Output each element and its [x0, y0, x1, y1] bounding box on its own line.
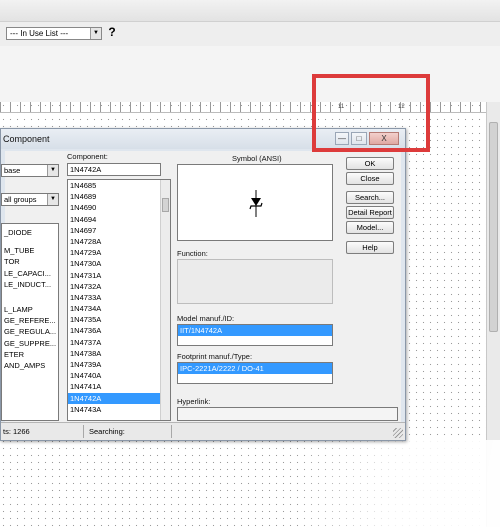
component-list[interactable]: 1N4685 1N4689 1N4690 1N4694 1N4697 1N4728A 1N4…	[67, 179, 171, 421]
family-list-item[interactable]: TOR	[2, 256, 58, 267]
family-list-item[interactable]: L_LAMP	[2, 304, 58, 315]
component-list-scrollbar[interactable]	[160, 180, 170, 420]
family-list-item[interactable]: _DIODE	[2, 227, 58, 238]
help-button[interactable]: Help	[346, 241, 394, 254]
component-list-item[interactable]: 1N4736A	[68, 325, 170, 336]
hyperlink-label: Hyperlink:	[177, 397, 211, 406]
component-search-input[interactable]: 1N4742A	[67, 163, 161, 176]
dialog-title: Component	[3, 134, 50, 144]
component-list-item[interactable]: 1N4685	[68, 180, 170, 191]
component-list-item[interactable]: 1N4734A	[68, 303, 170, 314]
footprint-value: IPC-2221A/2222 / DO-41	[178, 363, 332, 374]
model-label: Model manuf./ID:	[177, 314, 235, 323]
component-list-item[interactable]: 1N4741A	[68, 381, 170, 392]
searching-status: Searching:	[89, 427, 125, 436]
model-button[interactable]: Model...	[346, 221, 394, 234]
search-button[interactable]: Search...	[346, 191, 394, 204]
family-list-item[interactable]: AND_AMPS	[2, 360, 58, 371]
chevron-down-icon[interactable]: ▼	[47, 194, 58, 205]
component-list-item[interactable]: 1N4740A	[68, 370, 170, 381]
dialog-status-bar: ts: 1266 Searching:	[1, 422, 405, 440]
zener-diode-symbol-icon	[249, 190, 263, 217]
footprint-field[interactable]: IPC-2221A/2222 / DO-41	[177, 362, 333, 384]
dialog-body: base ▼ all groups ▼ _DIODE M_TUBE TOR LE_CA…	[1, 151, 401, 438]
red-highlight-box	[312, 74, 430, 152]
component-list-item[interactable]: 1N4732A	[68, 281, 170, 292]
family-list-item[interactable]: GE_REFERE...	[2, 315, 58, 326]
component-list-item[interactable]: 1N4743A	[68, 404, 170, 415]
function-field	[177, 259, 333, 304]
component-list-item[interactable]: 1N4728A	[68, 236, 170, 247]
family-list[interactable]: _DIODE M_TUBE TOR LE_CAPACI... LE_INDUCT... L…	[1, 223, 59, 421]
symbol-label: Symbol (ANSI)	[232, 154, 282, 163]
family-list-item[interactable]: LE_INDUCT...	[2, 279, 58, 290]
family-list-item[interactable]: GE_SUPPRE...	[2, 338, 58, 349]
family-list-item[interactable]	[2, 290, 58, 297]
component-list-item[interactable]: 1N4689	[68, 191, 170, 202]
status-divider	[171, 425, 172, 438]
screen-glare	[300, 440, 500, 527]
scrollbar-thumb[interactable]	[489, 122, 498, 332]
family-list-item[interactable]: GE_REGULA...	[2, 326, 58, 337]
component-items: 1N4685 1N4689 1N4690 1N4694 1N4697 1N4728A 1N4…	[68, 180, 170, 415]
component-list-item[interactable]: 1N4694	[68, 214, 170, 225]
status-divider	[83, 425, 84, 438]
select-component-dialog: Component — □ X base ▼ all groups ▼ _DIO…	[0, 128, 406, 441]
scrollbar-thumb[interactable]	[162, 198, 169, 212]
component-label: Component:	[67, 152, 108, 161]
model-value: IIT/1N4742A	[178, 325, 332, 336]
component-list-item[interactable]: 1N4690	[68, 202, 170, 213]
component-list-item[interactable]: 1N4730A	[68, 258, 170, 269]
hyperlink-field[interactable]	[177, 407, 398, 421]
model-field[interactable]: IIT/1N4742A	[177, 324, 333, 346]
family-list-item[interactable]: ETER	[2, 349, 58, 360]
in-use-list-select[interactable]: --- In Use List --- ▼	[6, 27, 102, 40]
detail-report-button[interactable]: Detail Report	[346, 206, 394, 219]
close-button[interactable]: Close	[346, 172, 394, 185]
database-value: base	[4, 166, 21, 175]
component-list-item[interactable]: 1N4738A	[68, 348, 170, 359]
chevron-down-icon[interactable]: ▼	[90, 28, 101, 39]
function-label: Function:	[177, 249, 208, 258]
components-count: ts: 1266	[3, 427, 30, 436]
family-list-item[interactable]: M_TUBE	[2, 245, 58, 256]
component-list-item[interactable]: 1N4731A	[68, 270, 170, 281]
component-list-item[interactable]: 1N4739A	[68, 359, 170, 370]
resize-grip-icon[interactable]	[393, 428, 403, 438]
family-list-item[interactable]	[2, 297, 58, 304]
help-icon[interactable]: ?	[105, 25, 119, 41]
component-list-item[interactable]: 1N4697	[68, 225, 170, 236]
footprint-label: Footprint manuf./Type:	[177, 352, 253, 361]
chevron-down-icon[interactable]: ▼	[47, 165, 58, 176]
component-list-item[interactable]: 1N4737A	[68, 337, 170, 348]
group-select[interactable]: all groups ▼	[1, 193, 59, 206]
symbol-preview	[177, 164, 333, 241]
app-title-bar	[0, 0, 500, 22]
component-list-item[interactable]: 1N4742A	[68, 392, 170, 404]
ok-button[interactable]: OK	[346, 157, 394, 170]
family-list-item[interactable]: LE_CAPACI...	[2, 268, 58, 279]
group-value: all groups	[4, 195, 37, 204]
component-list-item[interactable]: 1N4733A	[68, 292, 170, 303]
family-list-item[interactable]	[2, 238, 58, 245]
component-list-item[interactable]: 1N4735A	[68, 314, 170, 325]
in-use-list-value: --- In Use List ---	[10, 29, 69, 38]
database-select[interactable]: base ▼	[1, 164, 59, 177]
component-list-item[interactable]: 1N4729A	[68, 247, 170, 258]
